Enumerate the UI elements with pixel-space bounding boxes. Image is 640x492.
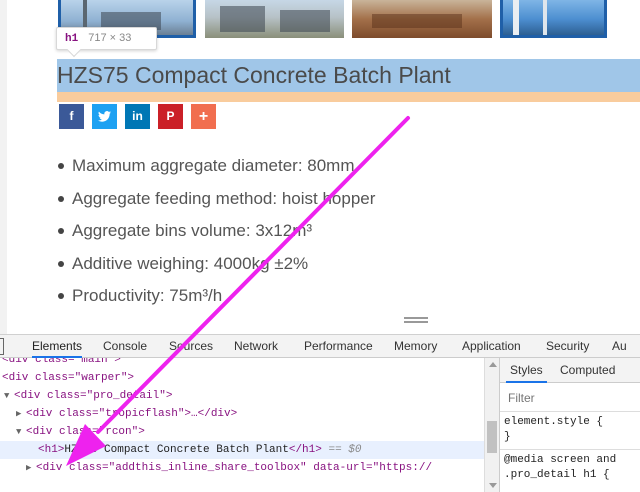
scroll-up-icon[interactable] (489, 362, 497, 367)
tab-sources[interactable]: Sources (169, 335, 213, 358)
dock-side-icon[interactable] (0, 338, 4, 355)
list-item: Additive weighing: 4000kg ±2% (52, 246, 375, 279)
share-pinterest-button[interactable]: P (158, 104, 183, 129)
css-media-query: @media screen and (504, 454, 617, 466)
tab-console[interactable]: Console (103, 335, 147, 358)
dom-node-tag: <h1> (38, 444, 65, 456)
collapsed-triangle-icon[interactable]: ▶ (16, 405, 26, 423)
styles-tab-bar: Styles Computed (500, 358, 640, 383)
css-rule-selector[interactable]: element.style { (504, 416, 603, 428)
css-rule-end: } (504, 431, 511, 443)
spec-list: Maximum aggregate diameter: 80mm Aggrega… (52, 148, 375, 311)
dom-node-tag: <div class="pro_detail"> (14, 390, 173, 402)
share-more-button[interactable]: + (191, 104, 216, 129)
dom-node-text: HZS75 Compact Concrete Batch Plant (64, 444, 289, 456)
tab-elements[interactable]: Elements (32, 335, 83, 358)
tab-performance[interactable]: Performance (304, 335, 373, 358)
tab-application[interactable]: Application (462, 335, 521, 358)
styles-filter-input[interactable] (508, 391, 628, 405)
scroll-down-icon[interactable] (489, 483, 497, 488)
twitter-bird-icon (98, 111, 111, 122)
inspect-hover-tooltip: h1 717 × 33 (56, 27, 157, 58)
collapsed-triangle-icon[interactable]: ▶ (26, 459, 36, 477)
scrollbar-thumb[interactable] (487, 421, 497, 453)
dom-node-row[interactable]: ▼ <div class="pro_detail"> (4, 387, 484, 405)
dom-node-tag: <div class="tropicflash"> (26, 408, 192, 420)
highlight-margin-box (57, 92, 640, 102)
devtools-panel: Elements Console Sources Network Perform… (0, 317, 640, 492)
dom-node-row-selected[interactable]: <h1>HZS75 Compact Concrete Batch Plant</… (0, 441, 484, 459)
dom-node-tag: <div class="addthis_inline_share_toolbox… (36, 462, 433, 474)
tooltip-size: 717 × 33 (88, 32, 132, 44)
selected-node-marker: == $0 (328, 444, 362, 456)
dom-node-tag: <div class="main"> (2, 358, 121, 366)
share-twitter-button[interactable] (92, 104, 117, 129)
tab-audits[interactable]: Au (612, 335, 627, 358)
dom-node-tag: </h1> (288, 444, 322, 456)
dom-node-row[interactable]: ▶ <div class="addthis_inline_share_toolbo… (26, 459, 484, 477)
share-linkedin-button[interactable]: in (125, 104, 150, 129)
dom-node-row[interactable]: <div class="main"> (2, 358, 484, 369)
page-viewport: HZS75 Compact Concrete Batch Plant h1 717… (0, 0, 640, 334)
list-item: Aggregate bins volume: 3x12m³ (52, 213, 375, 246)
gallery-thumbnail-2[interactable] (205, 0, 344, 38)
tab-security[interactable]: Security (546, 335, 589, 358)
gallery-thumbnail-4[interactable] (500, 0, 607, 38)
devtools-tab-bar: Elements Console Sources Network Perform… (0, 334, 640, 358)
styles-filter[interactable] (504, 387, 634, 409)
tab-network[interactable]: Network (234, 335, 278, 358)
list-item: Productivity: 75m³/h (52, 278, 375, 311)
expanded-triangle-icon[interactable]: ▼ (4, 387, 14, 405)
dom-node-tag: <div class="rcon"> (26, 426, 145, 438)
dom-node-row[interactable]: ▼ <div class="rcon"> (16, 423, 484, 441)
dom-node-tag: <div class="warper"> (2, 372, 135, 384)
dom-node-row[interactable]: <div class="warper"> (2, 369, 484, 387)
drag-grip-icon (404, 317, 428, 323)
styles-pane: Styles Computed element.style { } @media… (499, 358, 640, 492)
css-rule-selector[interactable]: .pro_detail h1 { (504, 469, 610, 481)
list-item: Maximum aggregate diameter: 80mm (52, 148, 375, 181)
dom-node-tag: …</div> (191, 408, 238, 420)
product-title: HZS75 Compact Concrete Batch Plant (57, 62, 451, 88)
tab-memory[interactable]: Memory (394, 335, 437, 358)
dom-tree: <div class="main"> <div class="warper"> … (0, 358, 484, 492)
expanded-triangle-icon[interactable]: ▼ (16, 423, 26, 441)
share-facebook-button[interactable]: f (59, 104, 84, 129)
tab-computed[interactable]: Computed (560, 358, 615, 383)
tooltip-tag: h1 (65, 33, 79, 45)
dom-node-row[interactable]: ▶ <div class="tropicflash">…</div> (16, 405, 484, 423)
list-item: Aggregate feeding method: hoist hopper (52, 181, 375, 214)
tab-styles[interactable]: Styles (506, 358, 547, 383)
gallery-thumbnail-3[interactable] (352, 0, 492, 38)
dom-tree-scrollbar[interactable] (484, 358, 499, 492)
